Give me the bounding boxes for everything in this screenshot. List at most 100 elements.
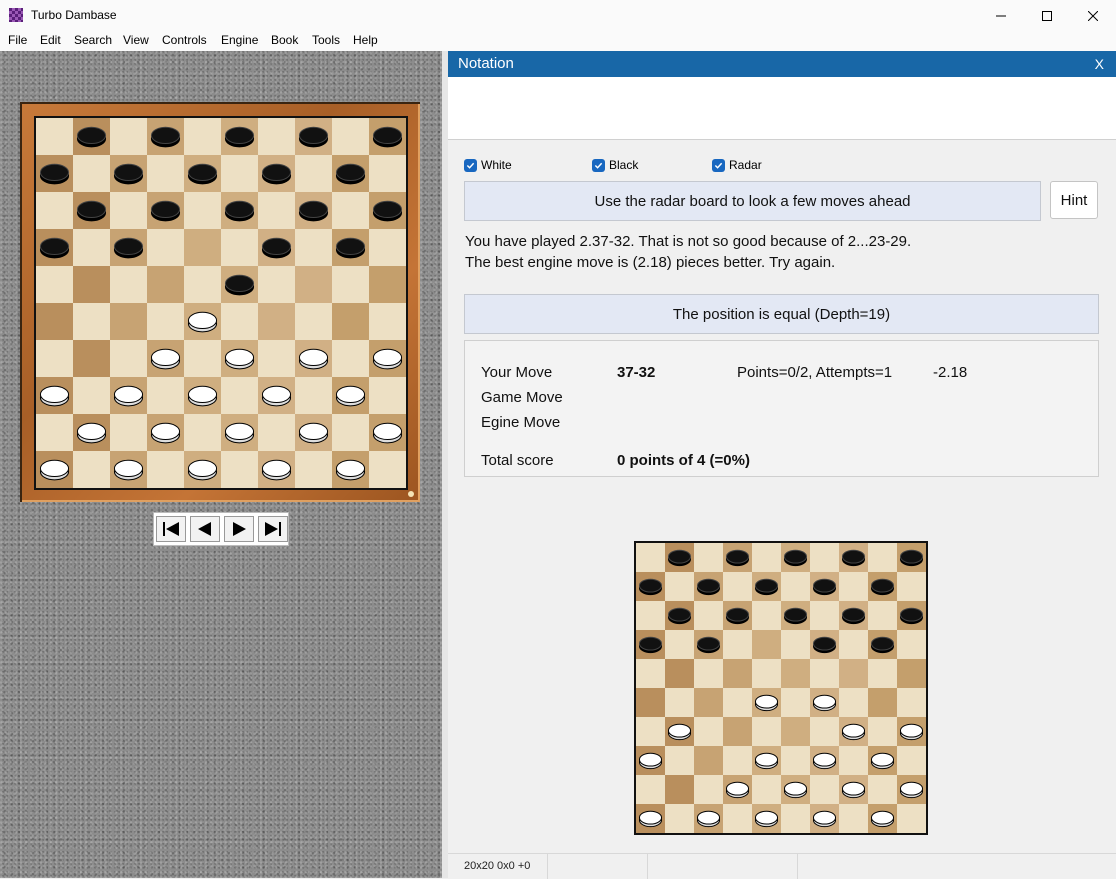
black-piece-12[interactable] <box>150 200 181 222</box>
prev-move-button[interactable] <box>190 516 220 542</box>
main-board-svg[interactable] <box>36 118 406 488</box>
menu-engine[interactable]: Engine <box>221 33 258 47</box>
white-piece-46[interactable] <box>638 810 663 828</box>
white-piece-44[interactable] <box>298 422 329 444</box>
white-checkbox[interactable]: White <box>464 158 512 172</box>
white-piece-43[interactable] <box>224 422 255 444</box>
radar-board[interactable] <box>634 541 928 835</box>
first-move-button[interactable] <box>156 516 186 542</box>
board-square-31[interactable] <box>73 340 111 378</box>
menu-edit[interactable]: Edit <box>40 33 61 47</box>
black-piece-9[interactable] <box>261 163 292 185</box>
white-piece-50[interactable] <box>870 810 895 828</box>
white-piece-44[interactable] <box>841 781 866 799</box>
white-piece-36[interactable] <box>39 385 70 407</box>
radar-checkbox[interactable]: Radar <box>712 158 762 172</box>
menu-controls[interactable]: Controls <box>162 33 207 47</box>
white-piece-40[interactable] <box>870 752 895 770</box>
board-square-30[interactable] <box>868 688 898 718</box>
black-piece-11[interactable] <box>667 607 692 625</box>
white-piece-47[interactable] <box>113 459 144 481</box>
white-piece-36[interactable] <box>638 752 663 770</box>
board-square-33[interactable] <box>781 717 811 747</box>
white-piece-28[interactable] <box>187 311 218 333</box>
white-piece-29[interactable] <box>812 694 837 712</box>
menu-tools[interactable]: Tools <box>312 33 340 47</box>
white-piece-42[interactable] <box>725 781 750 799</box>
black-piece-19[interactable] <box>812 636 837 654</box>
black-piece-3[interactable] <box>224 126 255 148</box>
black-piece-16[interactable] <box>39 237 70 259</box>
white-piece-34[interactable] <box>841 723 866 741</box>
board-square-29[interactable] <box>258 303 296 341</box>
board-square-23[interactable] <box>781 659 811 689</box>
board-square-22[interactable] <box>147 266 185 304</box>
white-piece-40[interactable] <box>335 385 366 407</box>
black-piece-20[interactable] <box>870 636 895 654</box>
black-piece-16[interactable] <box>638 636 663 654</box>
black-piece-10[interactable] <box>870 578 895 596</box>
white-piece-39[interactable] <box>812 752 837 770</box>
menu-book[interactable]: Book <box>271 33 298 47</box>
panel-splitter[interactable] <box>442 51 448 878</box>
board-square-22[interactable] <box>723 659 753 689</box>
white-piece-31[interactable] <box>667 723 692 741</box>
black-piece-1[interactable] <box>667 549 692 567</box>
board-square-21[interactable] <box>73 266 111 304</box>
board-square-24[interactable] <box>839 659 869 689</box>
menu-file[interactable]: File <box>8 33 27 47</box>
white-piece-37[interactable] <box>113 385 144 407</box>
white-piece-43[interactable] <box>783 781 808 799</box>
black-piece-10[interactable] <box>335 163 366 185</box>
minimize-button[interactable] <box>978 0 1024 31</box>
board-square-27[interactable] <box>694 688 724 718</box>
radar-board-svg[interactable] <box>636 543 926 833</box>
hint-button[interactable]: Hint <box>1050 181 1098 219</box>
close-button[interactable] <box>1070 0 1116 31</box>
black-piece-15[interactable] <box>899 607 924 625</box>
white-piece-50[interactable] <box>335 459 366 481</box>
white-piece-49[interactable] <box>261 459 292 481</box>
next-move-button[interactable] <box>224 516 254 542</box>
white-piece-47[interactable] <box>696 810 721 828</box>
menu-search[interactable]: Search <box>74 33 112 47</box>
board-square-30[interactable] <box>332 303 370 341</box>
white-piece-41[interactable] <box>76 422 107 444</box>
black-piece-9[interactable] <box>812 578 837 596</box>
black-piece-14[interactable] <box>841 607 866 625</box>
white-piece-35[interactable] <box>899 723 924 741</box>
white-piece-42[interactable] <box>150 422 181 444</box>
maximize-button[interactable] <box>1024 0 1070 31</box>
black-piece-3[interactable] <box>783 549 808 567</box>
white-piece-38[interactable] <box>187 385 218 407</box>
black-piece-14[interactable] <box>298 200 329 222</box>
white-piece-28[interactable] <box>754 694 779 712</box>
white-piece-46[interactable] <box>39 459 70 481</box>
black-checkbox[interactable]: Black <box>592 158 638 172</box>
black-piece-4[interactable] <box>298 126 329 148</box>
black-piece-7[interactable] <box>696 578 721 596</box>
white-piece-32[interactable] <box>150 348 181 370</box>
black-piece-5[interactable] <box>899 549 924 567</box>
main-board[interactable] <box>34 116 408 490</box>
black-piece-5[interactable] <box>372 126 403 148</box>
white-piece-39[interactable] <box>261 385 292 407</box>
white-piece-48[interactable] <box>754 810 779 828</box>
last-move-button[interactable] <box>258 516 288 542</box>
radar-hint-button[interactable]: Use the radar board to look a few moves … <box>464 181 1041 221</box>
board-square-25[interactable] <box>897 659 926 689</box>
black-piece-4[interactable] <box>841 549 866 567</box>
black-piece-7[interactable] <box>113 163 144 185</box>
black-piece-17[interactable] <box>696 636 721 654</box>
board-square-21[interactable] <box>665 659 695 689</box>
board-square-25[interactable] <box>369 266 406 304</box>
board-square-37[interactable] <box>694 746 724 776</box>
white-piece-45[interactable] <box>899 781 924 799</box>
black-piece-1[interactable] <box>76 126 107 148</box>
black-piece-2[interactable] <box>725 549 750 567</box>
notation-close-button[interactable]: X <box>1095 56 1104 72</box>
black-piece-17[interactable] <box>113 237 144 259</box>
black-piece-11[interactable] <box>76 200 107 222</box>
notation-text-area[interactable] <box>448 77 1116 140</box>
black-piece-19[interactable] <box>261 237 292 259</box>
